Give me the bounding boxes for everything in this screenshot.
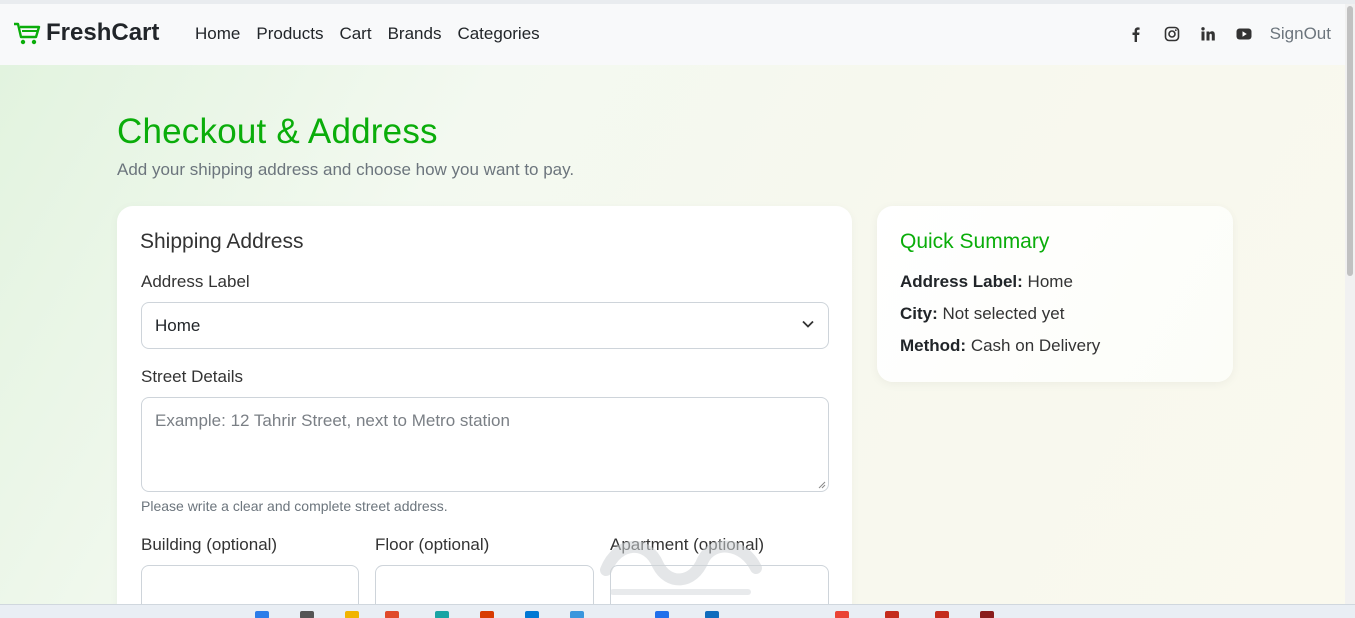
summary-method-value: Cash on Delivery [970, 336, 1101, 355]
street-details-label: Street Details [141, 367, 244, 386]
nav-right: SignOut [1108, 24, 1331, 44]
nav-link-brands[interactable]: Brands [388, 24, 442, 44]
page-subtitle: Add your shipping address and choose how… [117, 160, 575, 179]
linkedin-icon[interactable] [1200, 26, 1216, 42]
os-taskbar [0, 604, 1355, 618]
nav-link-cart[interactable]: Cart [339, 24, 371, 44]
summary-address-label: Address Label: Home [900, 272, 1073, 292]
taskbar-app-icon[interactable] [255, 611, 269, 618]
quick-summary-card: Quick Summary Address Label: Home City: … [877, 206, 1233, 382]
instagram-icon[interactable] [1164, 26, 1180, 42]
street-details-help: Please write a clear and complete street… [141, 498, 448, 514]
taskbar-app-icon[interactable] [525, 611, 539, 618]
scrollbar-thumb[interactable] [1347, 6, 1353, 276]
taskbar-app-icon[interactable] [885, 611, 899, 618]
resize-grip-icon[interactable] [818, 481, 826, 489]
summary-title: Quick Summary [900, 230, 1050, 253]
taskbar-app-icon[interactable] [300, 611, 314, 618]
address-label-selected-value: Home [155, 316, 201, 335]
cart-icon [14, 22, 41, 45]
summary-method-key: Method: [900, 336, 967, 355]
navbar: FreshCart Home Products Cart Brands Cate… [0, 4, 1345, 65]
summary-address-label-value: Home [1027, 272, 1073, 291]
summary-address-label-key: Address Label: [900, 272, 1023, 291]
taskbar-app-icon[interactable] [480, 611, 494, 618]
taskbar-app-icon[interactable] [835, 611, 849, 618]
youtube-icon[interactable] [1236, 26, 1252, 42]
shipping-card-title: Shipping Address [140, 230, 304, 253]
building-label: Building (optional) [141, 535, 278, 554]
taskbar-app-icon[interactable] [570, 611, 584, 618]
taskbar-app-icon[interactable] [935, 611, 949, 618]
summary-city-value: Not selected yet [942, 304, 1065, 323]
floor-label: Floor (optional) [375, 535, 490, 554]
summary-method: Method: Cash on Delivery [900, 336, 1100, 356]
brand-name: FreshCart [46, 19, 160, 46]
facebook-icon[interactable] [1128, 26, 1144, 42]
address-label-label: Address Label [141, 272, 250, 291]
taskbar-app-icon[interactable] [980, 611, 994, 618]
street-details-textarea[interactable]: Example: 12 Tahrir Street, next to Metro… [141, 397, 829, 492]
summary-city: City: Not selected yet [900, 304, 1064, 324]
summary-city-key: City: [900, 304, 938, 323]
nav-link-categories[interactable]: Categories [457, 24, 539, 44]
nav-link-home[interactable]: Home [195, 24, 240, 44]
address-label-select[interactable]: Home [141, 302, 829, 349]
signout-link[interactable]: SignOut [1270, 24, 1331, 44]
taskbar-app-icon[interactable] [345, 611, 359, 618]
watermark-logo [600, 540, 762, 595]
street-details-placeholder: Example: 12 Tahrir Street, next to Metro… [155, 411, 510, 430]
taskbar-app-icon[interactable] [705, 611, 719, 618]
nav-link-products[interactable]: Products [256, 24, 323, 44]
taskbar-app-icon[interactable] [655, 611, 669, 618]
taskbar-app-icon[interactable] [435, 611, 449, 618]
nav-links: Home Products Cart Brands Categories [195, 24, 556, 44]
chevron-down-icon [802, 320, 814, 328]
brand-logo[interactable]: FreshCart [12, 19, 159, 47]
page-title: Checkout & Address [117, 112, 438, 151]
taskbar-app-icon[interactable] [385, 611, 399, 618]
page-scrollbar[interactable] [1345, 4, 1355, 604]
